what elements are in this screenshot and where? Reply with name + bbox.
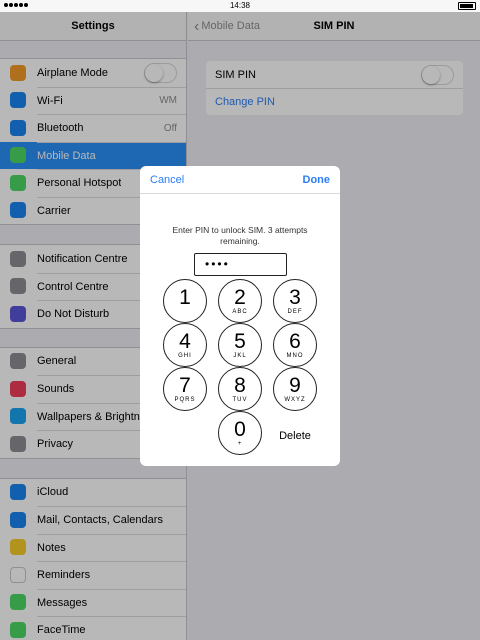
key-letters: WXYZ: [284, 397, 306, 403]
key-letters: +: [237, 441, 243, 447]
key-5[interactable]: 5 JKL: [218, 323, 262, 367]
key-8[interactable]: 8 TUV: [218, 367, 262, 411]
key-letters: TUV: [232, 397, 248, 403]
key-3[interactable]: 3 DEF: [273, 279, 317, 323]
status-bar: 14:38: [0, 0, 480, 12]
key-letters: MNO: [286, 353, 304, 359]
key-digit: 5: [234, 330, 246, 353]
status-time: 14:38: [229, 1, 251, 10]
key-letters: PQRS: [174, 397, 196, 403]
pin-prompt: Enter PIN to unlock SIM. 3 attempts rema…: [172, 225, 308, 246]
key-digit: 2: [234, 286, 246, 309]
key-6[interactable]: 6 MNO: [273, 323, 317, 367]
done-button[interactable]: Done: [303, 174, 331, 186]
delete-button[interactable]: Delete: [270, 426, 320, 446]
key-1[interactable]: 1: [163, 279, 207, 323]
key-digit: 7: [179, 374, 191, 397]
key-7[interactable]: 7 PQRS: [163, 367, 207, 411]
key-9[interactable]: 9 WXYZ: [273, 367, 317, 411]
key-digit: 4: [179, 330, 191, 353]
pin-entry-dialog: Cancel Done Enter PIN to unlock SIM. 3 a…: [140, 166, 340, 466]
key-digit: 1: [179, 286, 191, 309]
key-letters: JKL: [233, 353, 247, 359]
key-2[interactable]: 2 ABC: [218, 279, 262, 323]
key-digit: 3: [289, 286, 301, 309]
key-letters: GHI: [178, 353, 192, 359]
key-digit: 6: [289, 330, 301, 353]
key-4[interactable]: 4 GHI: [163, 323, 207, 367]
battery-icon: [458, 2, 476, 10]
cancel-button[interactable]: Cancel: [150, 174, 184, 186]
key-0[interactable]: 0 +: [218, 411, 262, 455]
key-digit: 0: [234, 418, 246, 441]
key-letters: DEF: [287, 309, 303, 315]
dialog-toolbar: Cancel Done: [140, 166, 340, 194]
key-digit: 9: [289, 374, 301, 397]
key-letters: ABC: [232, 309, 248, 315]
key-digit: 8: [234, 374, 246, 397]
pin-input[interactable]: ••••: [194, 253, 287, 276]
